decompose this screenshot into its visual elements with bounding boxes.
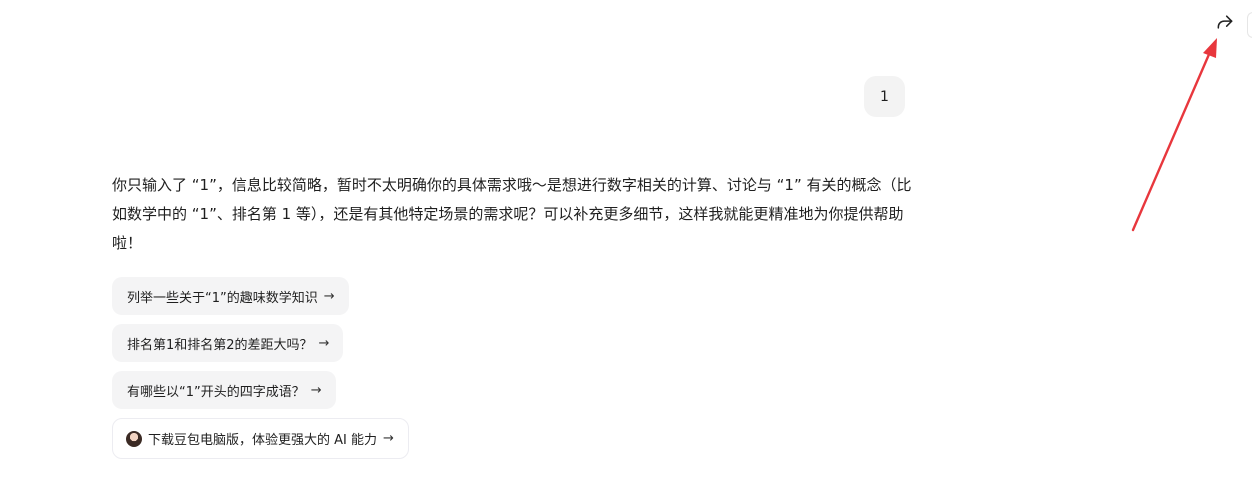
chat-page: 1 你只输入了 “1”，信息比较简略，暂时不太明确你的具体需求哦～是想进行数字相… (0, 0, 1252, 493)
arrow-right-icon: → (323, 288, 335, 304)
suggestion-chip-1[interactable]: 列举一些关于“1”的趣味数学知识 → (112, 277, 349, 315)
arrow-right-icon: → (318, 335, 330, 351)
user-message-text: 1 (880, 88, 889, 105)
download-desktop-app-chip[interactable]: 下载豆包电脑版，体验更强大的 AI 能力 → (112, 418, 409, 459)
arrow-right-icon: → (383, 431, 394, 446)
arrow-right-icon: → (310, 382, 322, 398)
share-forward-icon (1217, 15, 1233, 29)
doubao-avatar-icon (126, 430, 142, 447)
suggestion-label: 有哪些以“1”开头的四字成语？ (127, 384, 305, 400)
suggestion-chip-2[interactable]: 排名第1和排名第2的差距大吗？ → (112, 324, 344, 362)
user-message-bubble: 1 (864, 76, 905, 117)
side-panel-edge[interactable] (1247, 12, 1252, 38)
share-button[interactable] (1213, 10, 1237, 34)
suggestion-list: 列举一些关于“1”的趣味数学知识 → 排名第1和排名第2的差距大吗？ → 有哪些… (112, 277, 409, 459)
suggestion-label: 列举一些关于“1”的趣味数学知识 (127, 290, 318, 306)
assistant-reply-text: 你只输入了 “1”，信息比较简略，暂时不太明确你的具体需求哦～是想进行数字相关的… (112, 176, 912, 252)
suggestion-chip-3[interactable]: 有哪些以“1”开头的四字成语？ → (112, 371, 336, 409)
promo-label: 下载豆包电脑版，体验更强大的 AI 能力 (148, 433, 377, 448)
suggestion-label: 排名第1和排名第2的差距大吗？ (127, 337, 313, 353)
